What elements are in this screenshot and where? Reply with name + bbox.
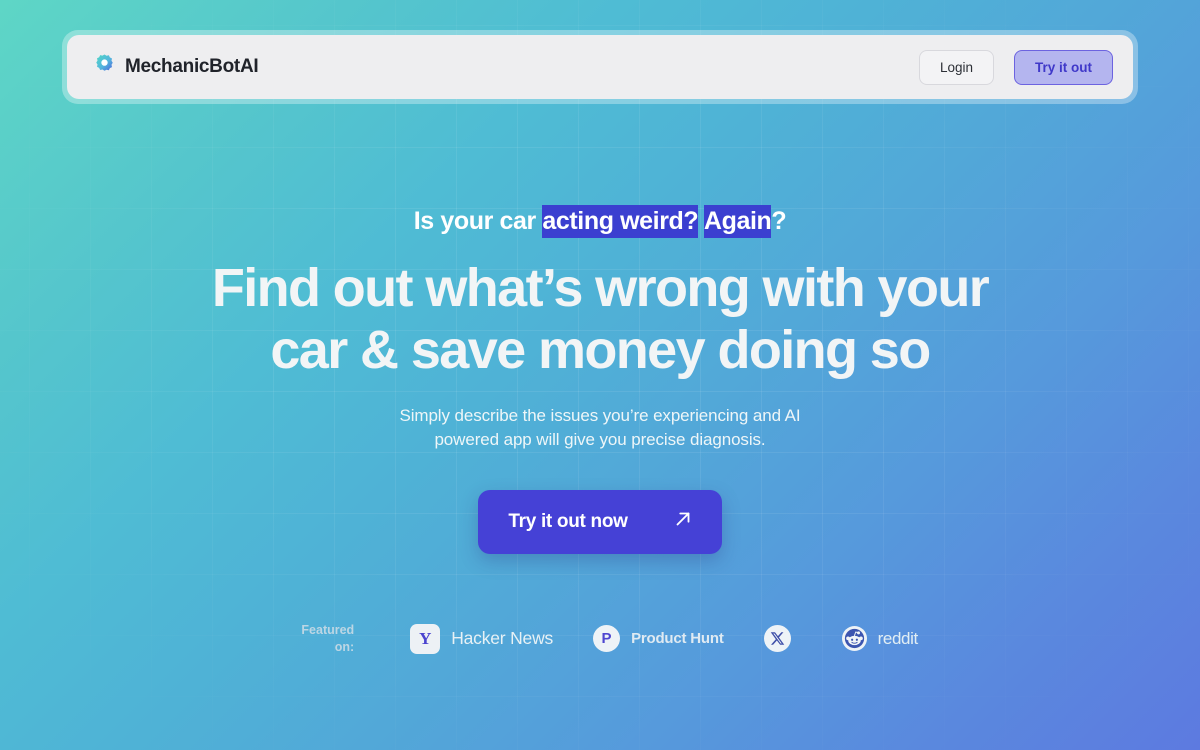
- hero-subtitle: Simply describe the issues you’re experi…: [0, 404, 1200, 452]
- subtitle-line-1: Simply describe the issues you’re experi…: [399, 406, 801, 425]
- try-it-out-now-button[interactable]: Try it out now: [478, 490, 722, 555]
- cta-wrapper: Try it out now: [0, 490, 1200, 555]
- navbar: MechanicBotAI Login Try it out: [62, 30, 1138, 104]
- eyebrow-suffix: ?: [771, 207, 787, 235]
- reddit-label: reddit: [877, 628, 919, 648]
- eyebrow-highlight-two: Again: [703, 205, 772, 238]
- reddit-icon: [841, 626, 867, 652]
- navbar-panel: MechanicBotAI Login Try it out: [67, 35, 1133, 99]
- brand-name: MechanicBotAI: [125, 56, 259, 77]
- brand[interactable]: MechanicBotAI: [93, 53, 259, 81]
- product-hunt-icon: P: [593, 625, 621, 653]
- arrow-up-right-icon: [672, 508, 694, 536]
- gear-icon: [93, 53, 116, 81]
- featured-logo-product-hunt[interactable]: P Product Hunt: [593, 625, 724, 653]
- hero-section: Is your car acting weird? Again? Find ou…: [0, 205, 1200, 555]
- featured-label-line-2: on:: [334, 639, 355, 654]
- hero-eyebrow: Is your car acting weird? Again?: [0, 205, 1200, 239]
- featured-on-section: Featured on: Y Hacker News P Product Hun…: [0, 622, 1200, 656]
- headline-line-1: Find out what’s wrong with your: [211, 257, 990, 318]
- try-it-out-button[interactable]: Try it out: [1014, 49, 1113, 85]
- hacker-news-label: Hacker News: [451, 628, 554, 649]
- eyebrow-highlight-one: acting weird?: [542, 205, 699, 238]
- hacker-news-icon: Y: [410, 623, 441, 654]
- headline-line-2: car & save money doing so: [270, 320, 931, 381]
- login-button[interactable]: Login: [918, 49, 994, 85]
- subtitle-line-2: powered app will give you precise diagno…: [434, 430, 766, 450]
- x-twitter-icon: [763, 625, 791, 653]
- featured-logo-x-twitter[interactable]: [763, 625, 802, 653]
- page-title: Find out what’s wrong with your car & sa…: [0, 257, 1200, 382]
- page-root: MechanicBotAI Login Try it out Is your c…: [0, 0, 1200, 750]
- featured-label-line-1: Featured: [301, 623, 355, 637]
- featured-logo-hacker-news[interactable]: Y Hacker News: [410, 623, 554, 654]
- cta-label: Try it out now: [508, 511, 628, 533]
- navbar-actions: Login Try it out: [918, 49, 1113, 85]
- eyebrow-prefix: Is your car: [413, 207, 543, 235]
- featured-on-label: Featured on:: [282, 622, 354, 656]
- featured-logo-reddit[interactable]: reddit: [841, 626, 919, 652]
- product-hunt-label: Product Hunt: [631, 630, 724, 648]
